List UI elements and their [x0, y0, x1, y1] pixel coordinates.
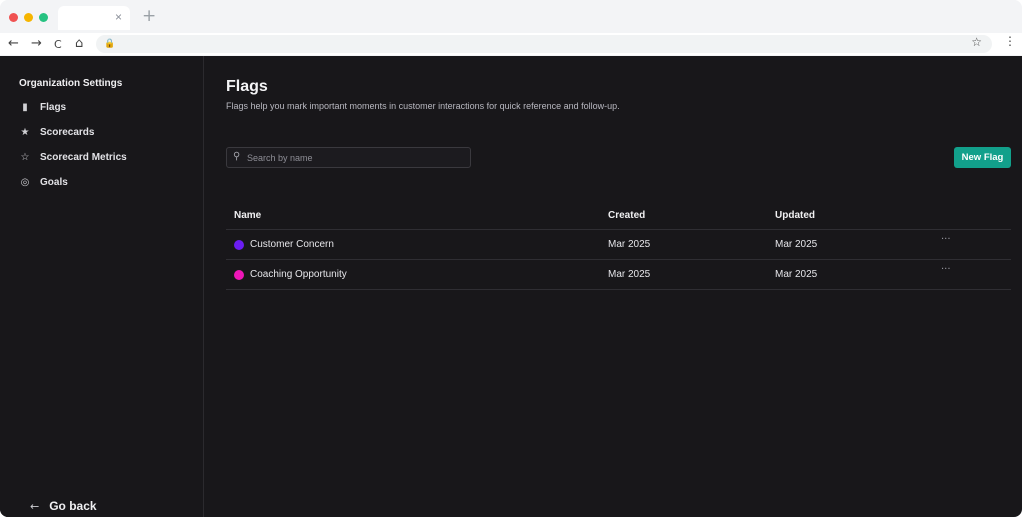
column-header-created[interactable]: Created — [608, 210, 645, 221]
new-tab-button[interactable]: + — [142, 6, 156, 26]
sidebar-title: Organization Settings — [19, 78, 123, 89]
browser-tab[interactable]: × — [58, 6, 130, 30]
sidebar-item-label: Scorecards — [40, 127, 95, 138]
reload-icon[interactable]: C — [54, 37, 62, 53]
flag-created: Mar 2025 — [608, 269, 651, 280]
flag-created: Mar 2025 — [608, 239, 651, 250]
sidebar-item-flags[interactable]: ▮ Flags — [19, 102, 66, 113]
flag-color-swatch — [234, 240, 244, 250]
sidebar-item-label: Goals — [40, 177, 68, 188]
search-box[interactable]: ⚲ — [226, 147, 471, 168]
go-back-label: Go back — [49, 499, 97, 513]
row-more-menu-icon[interactable]: ··· — [941, 264, 951, 275]
maximize-window-button[interactable] — [39, 13, 48, 22]
back-icon[interactable]: ← — [8, 36, 19, 52]
forward-icon[interactable]: → — [31, 36, 42, 52]
go-back-link[interactable]: ← Go back — [30, 499, 97, 513]
browser-toolbar: ← → C ⌂ 🔒 ☆ ⋮ — [0, 33, 1022, 55]
main-content: Flags Flags help you mark important mome… — [205, 56, 1022, 517]
column-header-updated[interactable]: Updated — [775, 210, 815, 221]
flag-updated: Mar 2025 — [775, 239, 818, 250]
search-input[interactable] — [247, 150, 465, 165]
star-filled-icon: ★ — [20, 127, 30, 138]
sidebar-item-scorecards[interactable]: ★ Scorecards — [19, 127, 95, 138]
arrow-left-icon: ← — [30, 499, 40, 513]
row-more-menu-icon[interactable]: ··· — [941, 234, 951, 245]
close-tab-icon[interactable]: × — [115, 10, 122, 24]
column-header-name[interactable]: Name — [234, 210, 261, 221]
home-icon[interactable]: ⌂ — [75, 36, 83, 52]
sidebar: Organization Settings ▮ Flags ★ Scorecar… — [0, 56, 204, 517]
flag-color-swatch — [234, 270, 244, 280]
page-title: Flags — [226, 78, 268, 95]
close-window-button[interactable] — [9, 13, 18, 22]
table-row[interactable]: Coaching Opportunity Mar 2025 Mar 2025 ·… — [226, 260, 1011, 290]
table-row[interactable]: Customer Concern Mar 2025 Mar 2025 ··· — [226, 230, 1011, 260]
sidebar-item-label: Scorecard Metrics — [40, 152, 127, 163]
new-flag-button[interactable]: New Flag — [954, 147, 1011, 168]
flag-updated: Mar 2025 — [775, 269, 818, 280]
flag-name: Customer Concern — [250, 239, 334, 250]
flag-name: Coaching Opportunity — [250, 269, 347, 280]
address-bar[interactable]: 🔒 ☆ — [96, 35, 992, 53]
sidebar-item-goals[interactable]: ◎ Goals — [19, 177, 68, 188]
search-icon: ⚲ — [233, 151, 241, 162]
minimize-window-button[interactable] — [24, 13, 33, 22]
bookmark-icon: ▮ — [22, 102, 28, 113]
app-container: Organization Settings ▮ Flags ★ Scorecar… — [0, 56, 1022, 517]
star-outline-icon: ☆ — [20, 152, 30, 163]
sidebar-item-label: Flags — [40, 102, 67, 113]
browser-menu-icon[interactable]: ⋮ — [1004, 34, 1016, 48]
page-subtitle: Flags help you mark important moments in… — [226, 101, 620, 111]
target-icon: ◎ — [20, 177, 30, 188]
table-header: Name Created Updated — [226, 204, 1011, 230]
flags-table: Name Created Updated Customer Concern Ma… — [226, 204, 1011, 290]
sidebar-item-scorecard-metrics[interactable]: ☆ Scorecard Metrics — [19, 152, 127, 163]
browser-window: × + ← → C ⌂ 🔒 ☆ ⋮ Organization Settings … — [0, 0, 1022, 517]
lock-icon: 🔒 — [104, 38, 116, 48]
tab-bar: × + — [0, 0, 1022, 33]
bookmark-star-icon[interactable]: ☆ — [971, 35, 982, 49]
